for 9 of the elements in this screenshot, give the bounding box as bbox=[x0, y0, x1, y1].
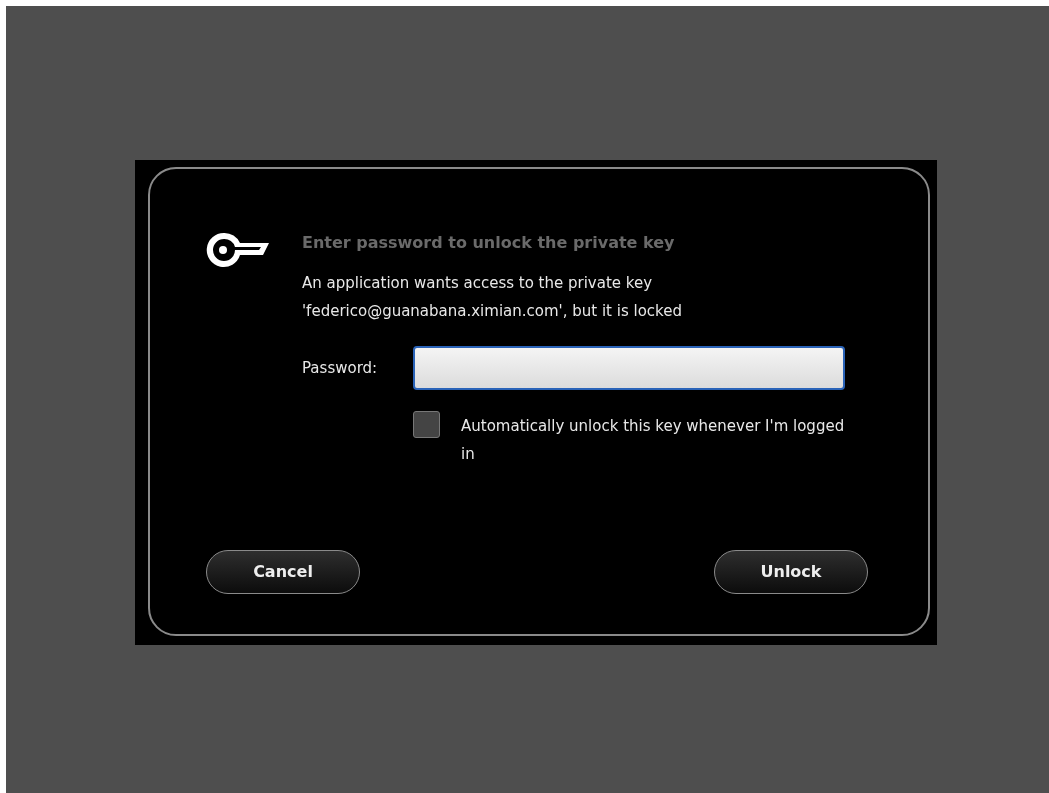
cancel-button[interactable]: Cancel bbox=[206, 550, 360, 594]
unlock-button[interactable]: Unlock bbox=[714, 550, 868, 594]
key-icon bbox=[206, 231, 270, 269]
checkbox[interactable] bbox=[413, 411, 440, 439]
checkbox-label: Automatically unlock this key whenever I'm logged in bbox=[461, 416, 846, 466]
dialog-title: Enter password to unlock the private key bbox=[302, 233, 676, 253]
password-field[interactable] bbox=[413, 346, 845, 391]
field-label: Password: bbox=[302, 357, 379, 379]
dialog-message: An application wants access to the private key 'federico@guanabana.ximian.com', but it is locked bbox=[302, 273, 683, 323]
